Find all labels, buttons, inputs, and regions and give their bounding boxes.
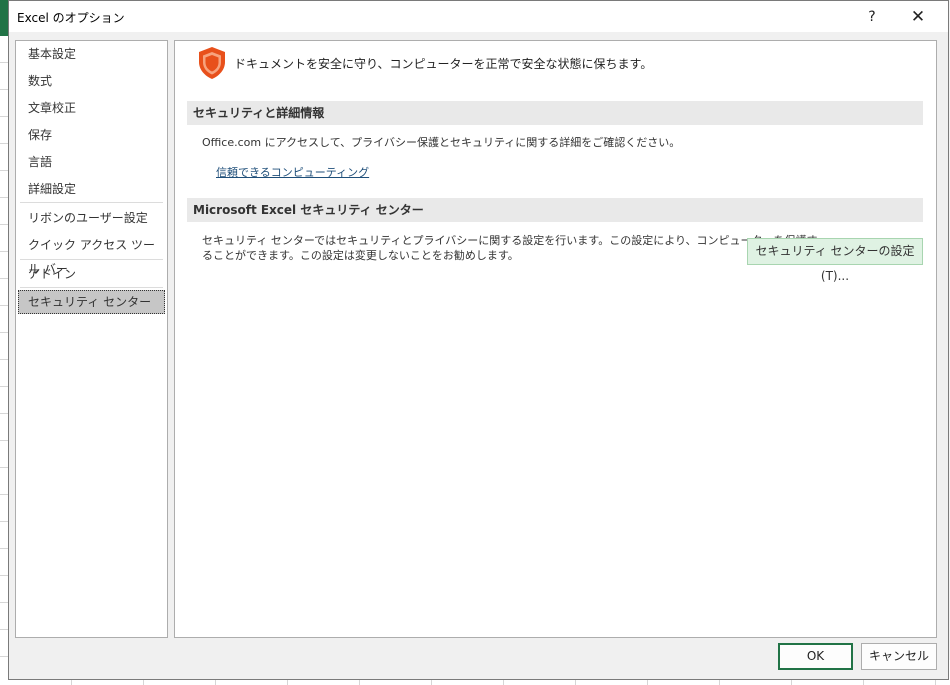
nav-item-language[interactable]: 言語: [18, 150, 165, 174]
dialog-title: Excel のオプション: [17, 11, 125, 25]
nav-item-proofing[interactable]: 文章校正: [18, 96, 165, 120]
ok-button[interactable]: OK: [778, 643, 853, 670]
security-info-text: Office.com にアクセスして、プライバシー保護とセキュリティに関する詳細…: [202, 136, 681, 149]
nav-item-customize-ribbon[interactable]: リボンのユーザー設定: [18, 206, 165, 230]
trust-center-settings-button[interactable]: セキュリティ センターの設定(T)...: [747, 238, 923, 283]
shield-icon: [199, 47, 225, 79]
nav-divider: [20, 202, 163, 203]
nav-item-trust-center[interactable]: セキュリティ センター: [18, 290, 165, 314]
cancel-button[interactable]: キャンセル: [861, 643, 937, 670]
nav-divider: [20, 287, 163, 288]
banner-text: ドキュメントを安全に守り、コンピューターを正常で安全な状態に保ちます。: [234, 57, 653, 71]
trust-center-text-line2: ることができます。この設定は変更しないことをお勧めします。: [202, 249, 519, 262]
close-icon[interactable]: ✕: [903, 5, 933, 29]
nav-item-general[interactable]: 基本設定: [18, 42, 165, 66]
nav-item-addins[interactable]: アドイン: [18, 262, 165, 286]
content-panel: ドキュメントを安全に守り、コンピューターを正常で安全な状態に保ちます。 セキュリ…: [174, 40, 937, 638]
title-bar: Excel のオプション ? ✕: [9, 1, 948, 32]
nav-item-save[interactable]: 保存: [18, 123, 165, 147]
nav-item-formulas[interactable]: 数式: [18, 69, 165, 93]
nav-divider: [20, 259, 163, 260]
section-heading-security-info: セキュリティと詳細情報: [187, 101, 923, 125]
trustworthy-computing-link[interactable]: 信頼できるコンピューティング: [216, 164, 369, 180]
nav-item-advanced[interactable]: 詳細設定: [18, 177, 165, 201]
category-list: 基本設定 数式 文章校正 保存 言語 詳細設定 リボンのユーザー設定 クイック …: [15, 40, 168, 638]
section-heading-trust-center: Microsoft Excel セキュリティ センター: [187, 198, 923, 222]
options-dialog: Excel のオプション ? ✕ 基本設定 数式 文章校正 保存 言語 詳細設定…: [8, 0, 949, 680]
nav-item-quick-access-toolbar[interactable]: クイック アクセス ツール バー: [18, 233, 165, 276]
trust-center-text-line1: セキュリティ センターではセキュリティとプライバシーに関する設定を行います。この…: [202, 234, 818, 247]
help-icon[interactable]: ?: [857, 5, 887, 29]
